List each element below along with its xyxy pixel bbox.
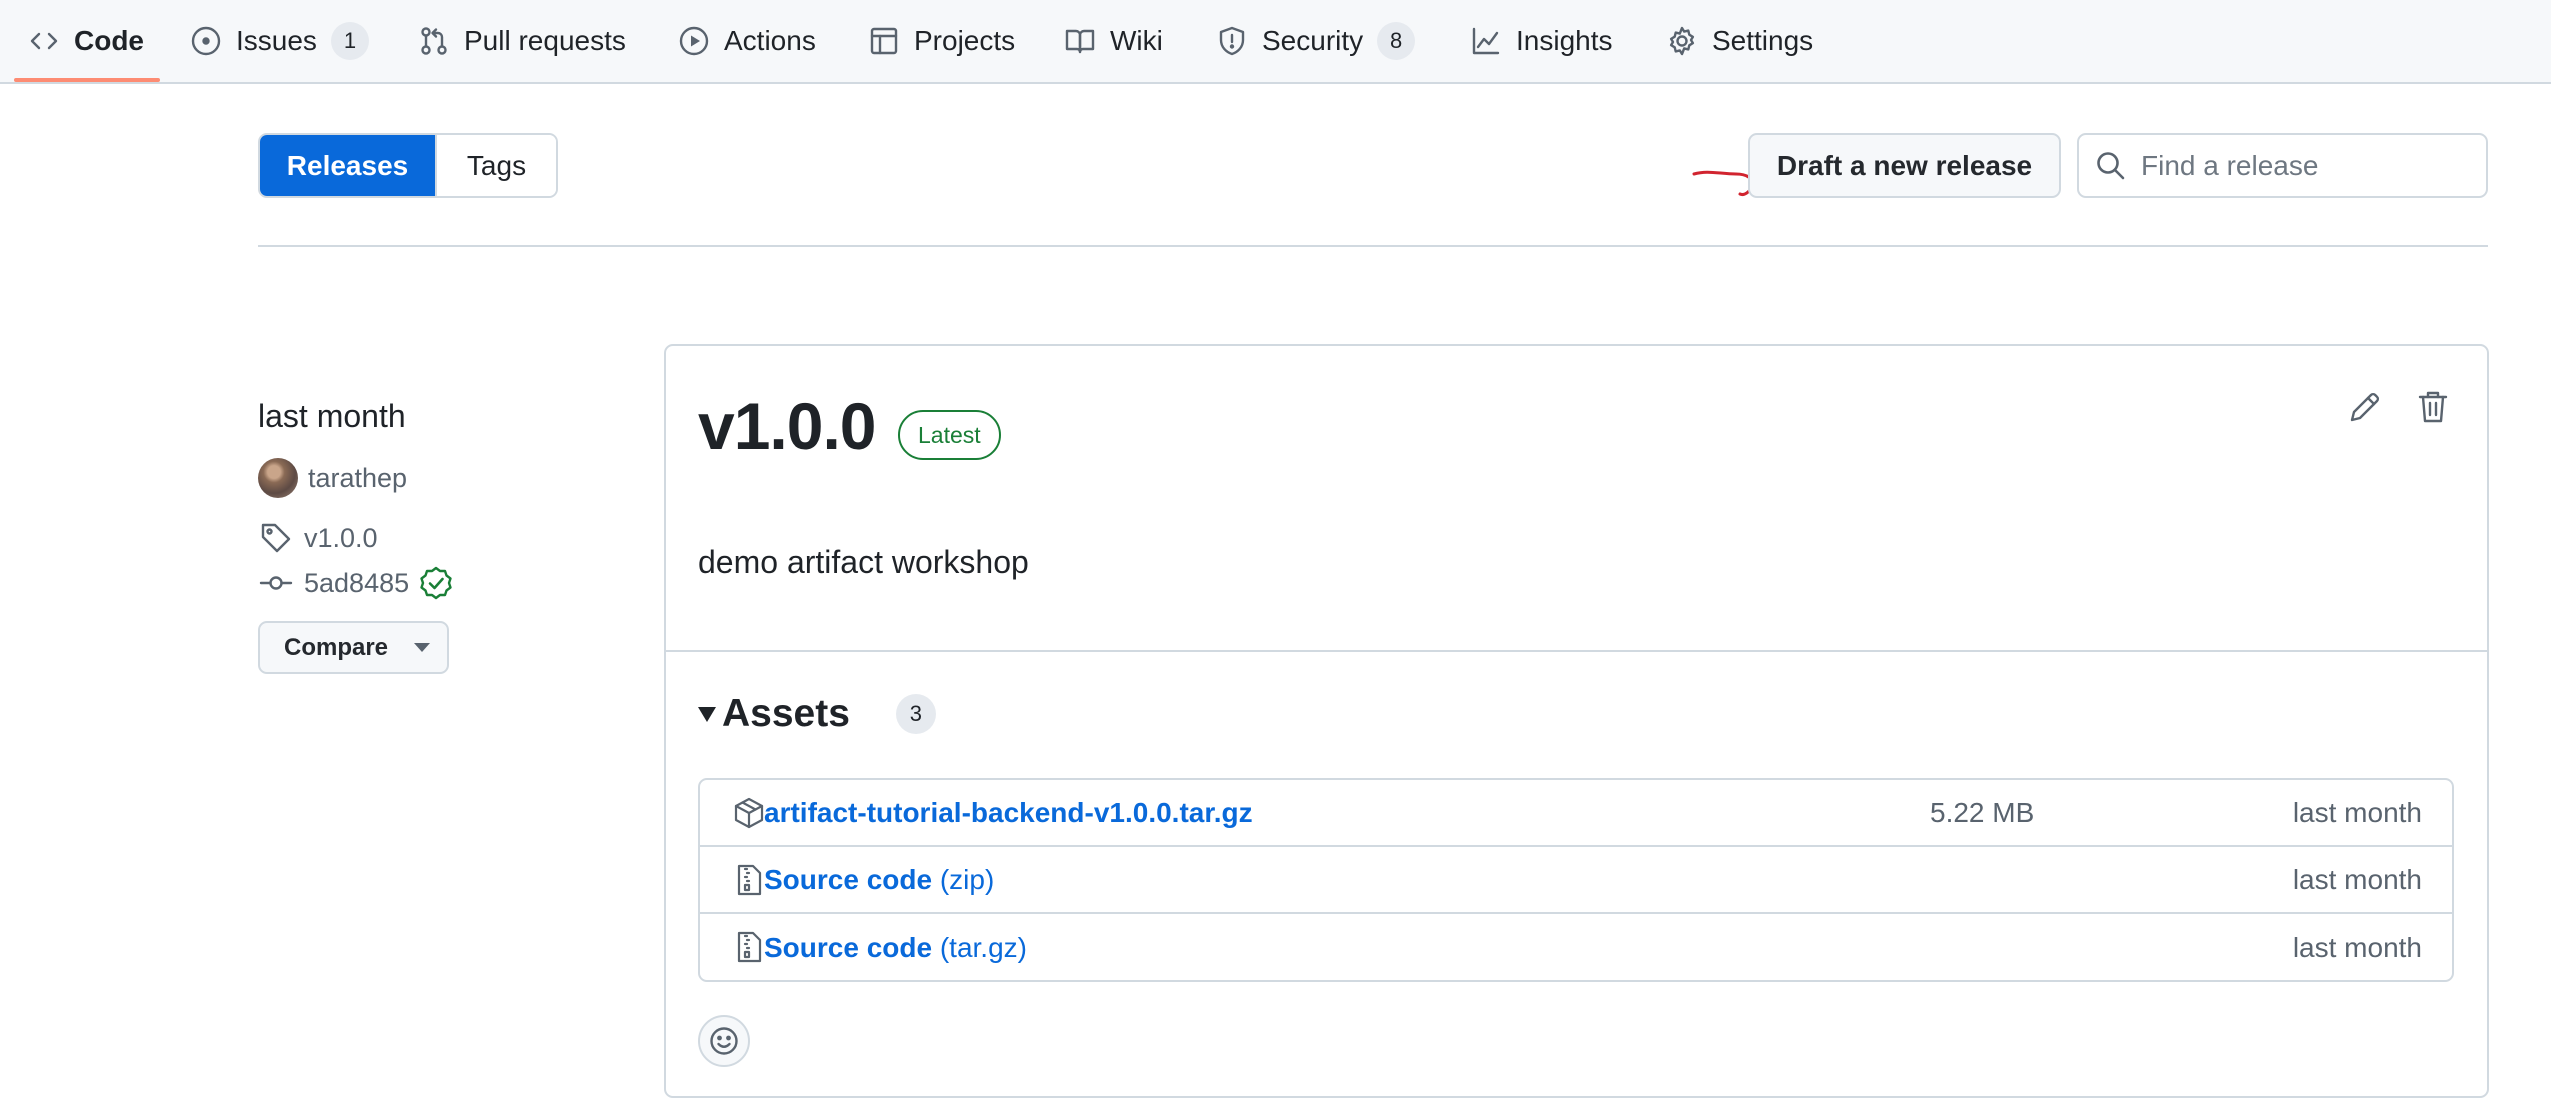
source-zip-link[interactable]: Source code (zip) (764, 864, 994, 896)
search-icon (2097, 152, 2125, 180)
verified-icon[interactable] (419, 566, 453, 600)
selected-tab-underline (14, 78, 160, 82)
releases-tab[interactable]: Releases (260, 135, 435, 196)
tab-actions-label: Actions (724, 25, 816, 56)
tab-wiki-label: Wiki (1110, 25, 1163, 56)
triangle-down-icon (698, 706, 716, 722)
tag-name[interactable]: v1.0.0 (304, 523, 378, 554)
assets-title: Assets (722, 692, 850, 735)
releases-tags-switcher: Releases Tags (258, 133, 558, 198)
release-title[interactable]: v1.0.0 (698, 388, 876, 464)
asset-row: Source code (zip) last month (700, 847, 2452, 914)
latest-badge: Latest (898, 410, 1001, 460)
author-name[interactable]: tarathep (308, 463, 407, 494)
asset-name: Source code (764, 863, 933, 895)
repo-nav: Code Issues 1 Pull requests Actions Proj… (0, 0, 2551, 84)
delete-release-button[interactable] (2412, 386, 2454, 428)
asset-row: Source code (tar.gz) last month (700, 914, 2452, 980)
release-card: v1.0.0 Latest demo artifact workshop Ass… (664, 344, 2489, 1098)
asset-download-link[interactable]: artifact-tutorial-backend-v1.0.0.tar.gz (764, 797, 1253, 829)
source-targz-link[interactable]: Source code (tar.gz) (764, 932, 1027, 964)
smiley-icon (710, 1027, 738, 1055)
asset-date: last month (2292, 796, 2422, 828)
tab-actions[interactable]: Actions (678, 0, 816, 82)
find-release-search[interactable] (2077, 133, 2488, 198)
release-author[interactable]: tarathep (258, 458, 407, 498)
security-counter: 8 (1377, 22, 1416, 60)
compare-label: Compare (284, 633, 389, 661)
tab-settings[interactable]: Settings (1666, 0, 1813, 82)
assets-count: 3 (895, 694, 936, 734)
table-icon (870, 27, 898, 55)
search-input[interactable] (2141, 149, 2486, 182)
tab-security[interactable]: Security 8 (1216, 0, 1416, 82)
draft-new-release-button[interactable]: Draft a new release (1748, 133, 2061, 198)
file-zip-icon (732, 863, 766, 897)
edit-release-button[interactable] (2344, 386, 2386, 428)
package-icon (732, 796, 766, 830)
git-pull-request-icon (421, 27, 447, 55)
compare-button[interactable]: Compare (258, 621, 449, 674)
tab-issues-label: Issues (236, 25, 317, 56)
issues-counter: 1 (330, 22, 369, 60)
asset-row: artifact-tutorial-backend-v1.0.0.tar.gz … (700, 780, 2452, 847)
subnav-divider (258, 245, 2488, 247)
shield-icon (1219, 26, 1245, 56)
tab-issues[interactable]: Issues 1 (190, 0, 369, 82)
tab-code-label: Code (74, 25, 144, 56)
pencil-icon (2350, 392, 2380, 422)
asset-name: artifact-tutorial-backend-v1.0.0.tar.gz (764, 796, 1253, 828)
asset-format: (tar.gz) (932, 931, 1027, 963)
tab-pull-requests[interactable]: Pull requests (418, 0, 626, 82)
asset-name: Source code (764, 931, 933, 963)
tab-security-label: Security (1262, 25, 1364, 56)
asset-date: last month (2292, 931, 2422, 963)
file-zip-icon (732, 930, 766, 964)
tab-insights[interactable]: Insights (1470, 0, 1613, 82)
tab-settings-label: Settings (1712, 25, 1814, 56)
release-description: demo artifact workshop (698, 544, 1029, 580)
asset-format: (zip) (932, 863, 995, 895)
gear-icon (1669, 26, 1695, 56)
graph-icon (1472, 27, 1500, 55)
tags-tab[interactable]: Tags (435, 135, 556, 196)
avatar[interactable] (258, 458, 298, 498)
add-reaction-button[interactable] (698, 1015, 750, 1067)
card-divider (666, 650, 2487, 652)
commit-sha[interactable]: 5ad8485 (304, 568, 409, 599)
release-commit-link[interactable]: 5ad8485 (258, 565, 453, 601)
issue-opened-icon (191, 26, 221, 56)
tab-projects[interactable]: Projects (868, 0, 1015, 82)
tab-insights-label: Insights (1516, 25, 1613, 56)
chevron-down-icon (414, 643, 431, 652)
asset-size: 5.22 MB (1930, 796, 2035, 828)
book-icon (1065, 29, 1095, 54)
tab-wiki[interactable]: Wiki (1064, 0, 1163, 82)
assets-list: artifact-tutorial-backend-v1.0.0.tar.gz … (698, 778, 2454, 982)
tab-projects-label: Projects (914, 25, 1016, 56)
tab-code[interactable]: Code (28, 0, 144, 82)
release-tag-link[interactable]: v1.0.0 (258, 520, 378, 556)
trash-icon (2418, 391, 2448, 423)
tab-pull-requests-label: Pull requests (464, 25, 626, 56)
git-commit-icon (259, 576, 293, 590)
assets-toggle[interactable]: Assets 3 (698, 692, 936, 736)
asset-date: last month (2292, 863, 2422, 895)
tag-icon (261, 523, 291, 553)
code-icon (30, 32, 58, 50)
play-icon (679, 26, 709, 56)
release-date: last month (258, 398, 406, 434)
